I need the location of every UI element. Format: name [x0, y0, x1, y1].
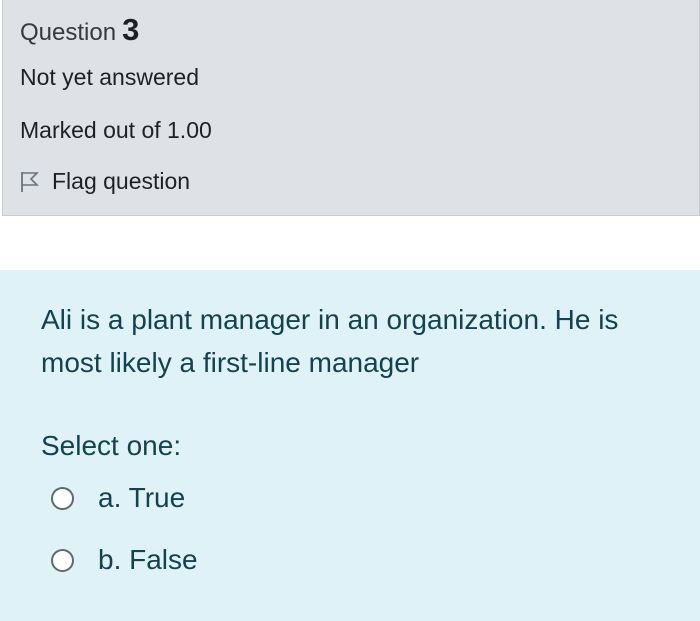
answer-option-label: a. True	[98, 482, 186, 513]
flag-question-link[interactable]: Flag question	[20, 168, 190, 195]
answer-option-label: b. False	[98, 544, 198, 575]
answer-prompt: Select one:	[41, 430, 182, 461]
question-grade: Marked out of 1.00	[20, 117, 212, 143]
radio-button[interactable]	[51, 548, 74, 572]
question-number: 3	[122, 12, 140, 47]
flag-question-label: Flag question	[52, 168, 191, 194]
question-state: Not yet answered	[20, 64, 199, 90]
flag-outline-icon	[20, 171, 40, 193]
question-text: Ali is a plant manager in an organizatio…	[41, 304, 619, 378]
question-label: Question	[20, 19, 117, 46]
radio-button[interactable]	[51, 486, 74, 510]
question-info-panel: Question 3 Not yet answered Marked out of…	[2, 0, 700, 216]
answer-option-true[interactable]: a. True	[51, 482, 185, 514]
question-content-panel: Ali is a plant manager in an organizatio…	[0, 270, 700, 621]
question-heading: Question 3	[20, 12, 139, 48]
answer-option-false[interactable]: b. False	[51, 544, 198, 576]
